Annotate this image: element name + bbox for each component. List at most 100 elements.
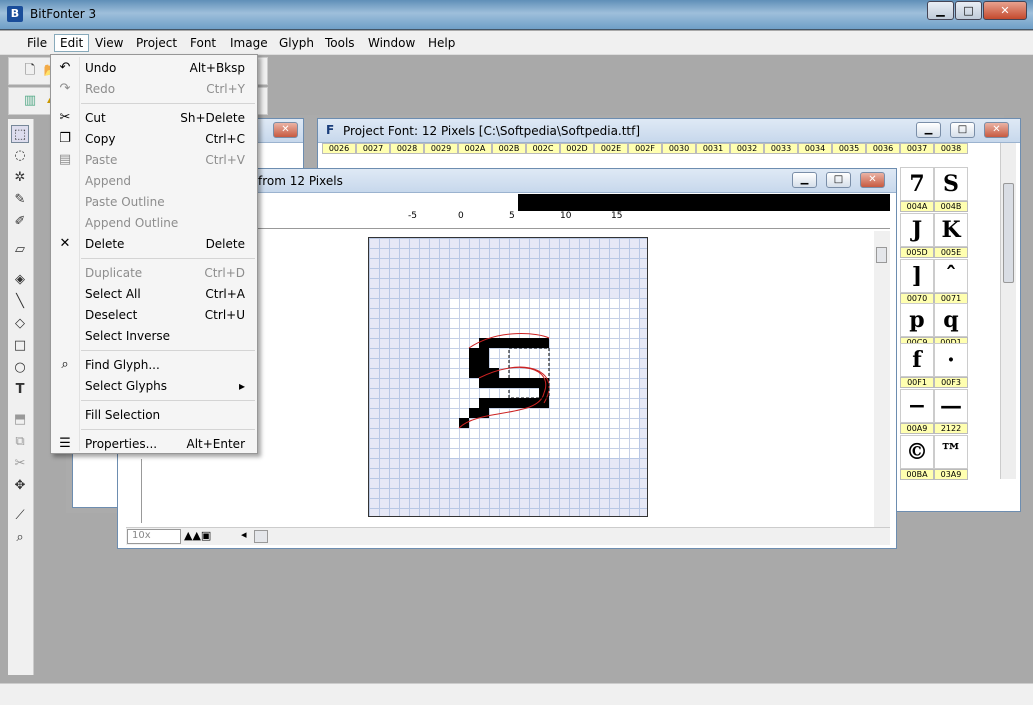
menu-window[interactable]: Window bbox=[363, 35, 420, 51]
glyph-code-header[interactable]: 0034 bbox=[798, 143, 832, 154]
menu-item-copy[interactable]: ❐ Copy Ctrl+C bbox=[51, 129, 257, 150]
menu-item-redo[interactable]: ↷ Redo Ctrl+Y bbox=[51, 79, 257, 100]
glyph-cell[interactable]: — bbox=[934, 389, 968, 423]
glyph-cell[interactable]: − bbox=[900, 389, 934, 423]
glyph-code-header[interactable]: 0037 bbox=[900, 143, 934, 154]
glyph-code-header[interactable]: 002A bbox=[458, 143, 492, 154]
glyph-code-header[interactable]: 0029 bbox=[424, 143, 458, 154]
menu-item-deselect[interactable]: Deselect Ctrl+U bbox=[51, 305, 257, 326]
glyph-cell[interactable]: ] bbox=[900, 259, 934, 293]
menu-item-append-outline[interactable]: Append Outline bbox=[51, 213, 257, 234]
glyph-code-header[interactable]: 0032 bbox=[730, 143, 764, 154]
menu-item-paste[interactable]: ▤ Paste Ctrl+V bbox=[51, 150, 257, 171]
editor-vscrollbar[interactable] bbox=[874, 231, 890, 527]
lasso-icon[interactable]: ◌ bbox=[11, 147, 29, 165]
glyph-code-header[interactable]: 0036 bbox=[866, 143, 900, 154]
glyph-cell[interactable]: © bbox=[900, 435, 934, 469]
line-icon[interactable]: ╲ bbox=[11, 293, 29, 311]
project-close-button[interactable]: ✕ bbox=[984, 122, 1009, 138]
glyph-cell[interactable]: ˆ bbox=[934, 259, 968, 293]
menu-item-duplicate[interactable]: Duplicate Ctrl+D bbox=[51, 263, 257, 284]
glyph-cell[interactable]: · bbox=[934, 343, 968, 377]
glyph-code-header[interactable]: 0033 bbox=[764, 143, 798, 154]
glyph-cell[interactable]: 7 bbox=[900, 167, 934, 201]
zoom-icon[interactable]: ⌕ bbox=[11, 529, 29, 547]
transform-icon[interactable]: ⬒ bbox=[11, 411, 29, 429]
zoom-select[interactable]: 10x bbox=[127, 529, 181, 544]
glyph-tool-icons[interactable]: ▲▲▣ bbox=[184, 529, 211, 542]
glyph-code-header[interactable]: 0027 bbox=[356, 143, 390, 154]
rectangle-icon[interactable]: □ bbox=[11, 337, 29, 355]
glyph-cell[interactable]: K bbox=[934, 213, 968, 247]
menu-view[interactable]: View bbox=[90, 35, 128, 51]
glyph-close-button[interactable]: ✕ bbox=[860, 172, 885, 188]
menu-item-fill-selection[interactable]: Fill Selection bbox=[51, 405, 257, 426]
menu-item-undo[interactable]: ↶ Undo Alt+Bksp bbox=[51, 58, 257, 79]
glyph-cell[interactable]: f bbox=[900, 343, 934, 377]
glyph-maximize-button[interactable]: □ bbox=[826, 172, 851, 188]
menu-project[interactable]: Project bbox=[131, 35, 182, 51]
menu-font[interactable]: Font bbox=[185, 35, 221, 51]
hscroll-thumb[interactable] bbox=[254, 530, 268, 543]
menu-item-label: Cut bbox=[85, 111, 106, 125]
glyph-scrollbar[interactable] bbox=[1000, 143, 1016, 479]
text-tool-icon[interactable]: T bbox=[11, 381, 29, 399]
book-icon[interactable]: ▥ bbox=[21, 92, 39, 110]
glyph-code-header[interactable]: 002B bbox=[492, 143, 526, 154]
glyph-code-header[interactable]: 002C bbox=[526, 143, 560, 154]
maximize-button[interactable]: □ bbox=[955, 1, 982, 20]
glyph-cell[interactable]: ™ bbox=[934, 435, 968, 469]
glyph-minimize-button[interactable]: ▁ bbox=[792, 172, 817, 188]
ellipse-icon[interactable]: ○ bbox=[11, 359, 29, 377]
glyph-code-label: 004A bbox=[900, 201, 934, 212]
brush-icon[interactable]: ✐ bbox=[11, 213, 29, 231]
glyph-cell[interactable]: S bbox=[934, 167, 968, 201]
menu-item-cut[interactable]: ✂ Cut Sh+Delete bbox=[51, 108, 257, 129]
glyph-code-header[interactable]: 002E bbox=[594, 143, 628, 154]
node-icon[interactable]: ⧉ bbox=[11, 433, 29, 451]
glyph-canvas[interactable] bbox=[368, 237, 648, 517]
magic-wand-icon[interactable]: ✲ bbox=[11, 169, 29, 187]
glyph-code-header[interactable]: 0026 bbox=[322, 143, 356, 154]
bg-window-close-button[interactable]: ✕ bbox=[273, 122, 298, 138]
glyph-code-header[interactable]: 0031 bbox=[696, 143, 730, 154]
glyph-cell[interactable]: q bbox=[934, 303, 968, 337]
menu-glyph[interactable]: Glyph bbox=[274, 35, 319, 51]
glyph-code-header[interactable]: 0028 bbox=[390, 143, 424, 154]
hscroll-left-icon[interactable]: ◂ bbox=[241, 528, 247, 541]
menu-item-delete[interactable]: ✕ Delete Delete bbox=[51, 234, 257, 255]
minimize-button[interactable]: ▁ bbox=[927, 1, 954, 20]
glyph-code-header[interactable]: 002D bbox=[560, 143, 594, 154]
glyph-code-header[interactable]: 0038 bbox=[934, 143, 968, 154]
close-button[interactable]: ✕ bbox=[983, 1, 1027, 20]
fill-bucket-icon[interactable]: ◈ bbox=[11, 271, 29, 289]
menu-help[interactable]: Help bbox=[423, 35, 460, 51]
menu-item-append[interactable]: Append bbox=[51, 171, 257, 192]
menu-item-select-glyphs[interactable]: Select Glyphs ▸ bbox=[51, 376, 257, 397]
pencil-icon[interactable]: ✎ bbox=[11, 191, 29, 209]
menu-item-paste-outline[interactable]: Paste Outline bbox=[51, 192, 257, 213]
glyph-code-header[interactable]: 0030 bbox=[662, 143, 696, 154]
glyph-cell[interactable]: J bbox=[900, 213, 934, 247]
knife-icon[interactable]: ✂ bbox=[11, 455, 29, 473]
menu-tools[interactable]: Tools bbox=[320, 35, 360, 51]
move-icon[interactable]: ✥ bbox=[11, 477, 29, 495]
project-maximize-button[interactable]: □ bbox=[950, 122, 975, 138]
menu-item-select-inverse[interactable]: Select Inverse bbox=[51, 326, 257, 347]
glyph-code-header[interactable]: 0035 bbox=[832, 143, 866, 154]
glyph-code-header[interactable]: 002F bbox=[628, 143, 662, 154]
menu-item-find-glyph[interactable]: ⌕ Find Glyph... bbox=[51, 355, 257, 376]
menu-item-properties[interactable]: ☰ Properties... Alt+Enter bbox=[51, 434, 257, 455]
glyph-cell[interactable]: p bbox=[900, 303, 934, 337]
marquee-select-icon[interactable]: ⬚ bbox=[11, 125, 29, 143]
menu-edit[interactable]: Edit bbox=[54, 34, 90, 52]
app-statusbar bbox=[0, 683, 1033, 705]
eraser-icon[interactable]: ▱ bbox=[11, 241, 29, 259]
eyedropper-icon[interactable]: ⟋ bbox=[11, 507, 29, 525]
project-minimize-button[interactable]: ▁ bbox=[916, 122, 941, 138]
menu-file[interactable]: File bbox=[22, 35, 52, 51]
polygon-icon[interactable]: ◇ bbox=[11, 315, 29, 333]
new-file-icon[interactable]: 🗋 bbox=[21, 62, 39, 80]
menu-image[interactable]: Image bbox=[225, 35, 273, 51]
menu-item-select-all[interactable]: Select All Ctrl+A bbox=[51, 284, 257, 305]
